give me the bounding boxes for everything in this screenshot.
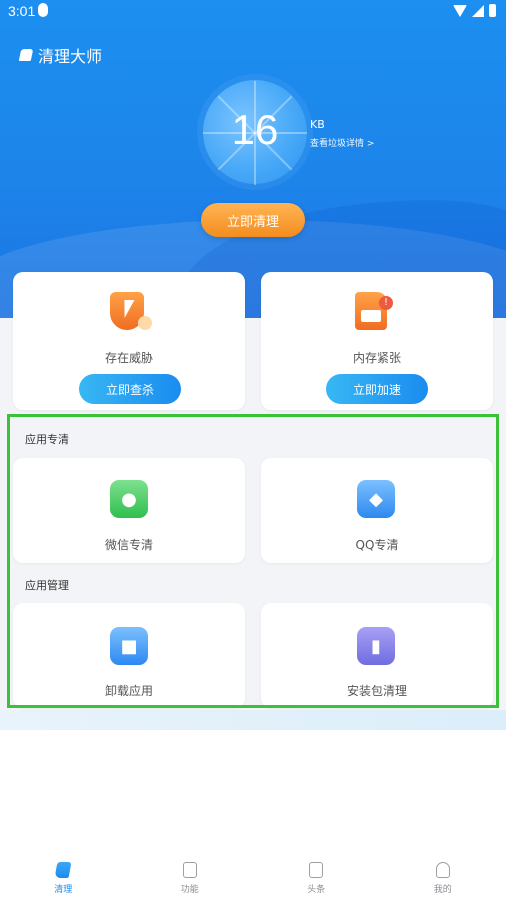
status-bar: 3:01 [0,0,506,24]
system-icons [453,4,496,17]
memory-card[interactable]: ! 内存紧张 立即加速 [261,272,493,410]
wifi-icon [453,4,467,17]
nav-label: 我的 [433,885,452,895]
bolt-icon [119,300,135,318]
phone-icon [182,862,197,878]
threat-card[interactable]: 存在威胁 立即查杀 [13,272,245,410]
nav-item-clean[interactable]: 清理 [0,850,127,900]
bottom-wave [0,710,506,730]
mic-icon [38,3,48,17]
memory-card-window [361,310,381,322]
app-title: 清理大师 [18,43,103,67]
news-icon [309,862,324,878]
highlight-box [7,414,499,708]
speed-up-button[interactable]: 立即加速 [326,374,428,404]
signal-icon [472,4,484,17]
user-icon [435,862,450,878]
junk-detail-link[interactable]: 查看垃圾详情 > [310,136,374,149]
junk-size-value: 16 [231,106,279,153]
battery-icon [489,4,496,17]
nav-item-profile[interactable]: 我的 [380,850,506,900]
nav-item-news[interactable]: 头条 [253,850,380,900]
app-title-text: 清理大师 [38,47,103,66]
memory-label: 内存紧张 [352,351,401,365]
clean-now-button[interactable]: 立即清理 [201,203,305,237]
nav-label: 头条 [307,885,326,895]
nav-label: 清理 [54,885,73,895]
alert-dot [138,316,152,330]
nav-item-features[interactable]: 功能 [127,850,254,900]
threat-label: 存在威胁 [104,351,153,365]
nav-label: 功能 [180,885,199,895]
memory-card-icon: ! [355,292,393,330]
brush-icon [54,862,72,878]
brush-icon [18,49,34,61]
bottom-nav: 清理 功能 头条 我的 [0,850,506,900]
status-time: 3:01 [8,3,36,19]
shield-icon [110,292,152,330]
scan-kill-button[interactable]: 立即查杀 [79,374,181,404]
warning-icon: ! [379,296,393,310]
junk-size-unit: KB [310,118,325,131]
